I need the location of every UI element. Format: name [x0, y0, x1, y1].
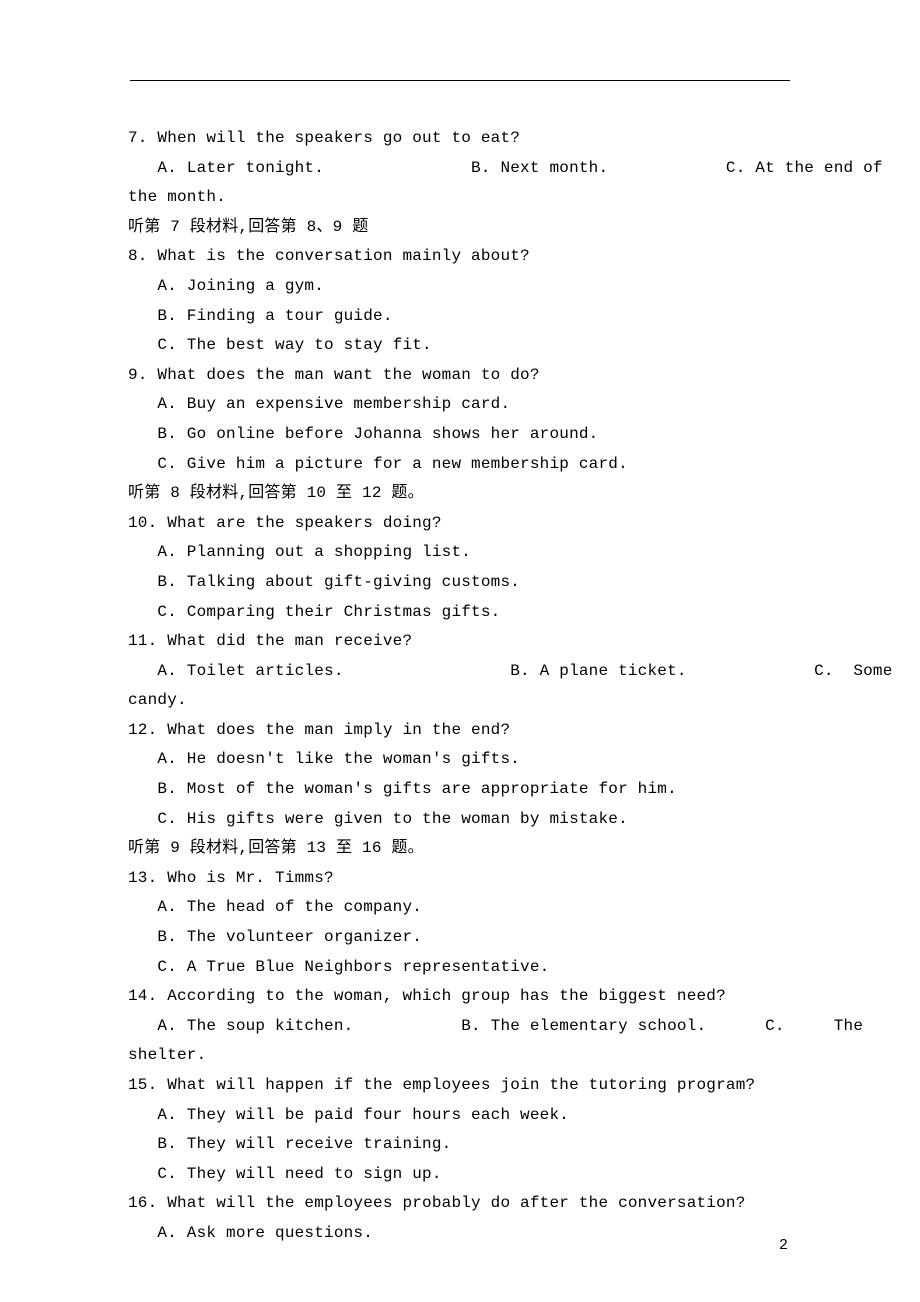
section-heading-8: 听第 8 段材料,回答第 10 至 12 题。: [128, 479, 792, 509]
document-body: 7. When will the speakers go out to eat?…: [128, 124, 792, 1249]
section-heading-7: 听第 7 段材料,回答第 8、9 题: [128, 213, 792, 243]
question-10-option-a: A. Planning out a shopping list.: [128, 538, 792, 568]
question-16: 16. What will the employees probably do …: [128, 1189, 792, 1219]
question-15-option-b: B. They will receive training.: [128, 1130, 792, 1160]
question-12: 12. What does the man imply in the end?: [128, 716, 792, 746]
question-16-option-a: A. Ask more questions.: [128, 1219, 792, 1249]
question-11-options: A. Toilet articles. B. A plane ticket. C…: [128, 657, 792, 687]
question-13: 13. Who is Mr. Timms?: [128, 864, 792, 894]
question-7-continuation: the month.: [128, 183, 792, 213]
question-14: 14. According to the woman, which group …: [128, 982, 792, 1012]
question-13-option-a: A. The head of the company.: [128, 893, 792, 923]
question-9-option-a: A. Buy an expensive membership card.: [128, 390, 792, 420]
question-12-option-a: A. He doesn't like the woman's gifts.: [128, 745, 792, 775]
question-10-option-c: C. Comparing their Christmas gifts.: [128, 598, 792, 628]
question-8-option-c: C. The best way to stay fit.: [128, 331, 792, 361]
question-14-continuation: shelter.: [128, 1041, 792, 1071]
question-9-option-b: B. Go online before Johanna shows her ar…: [128, 420, 792, 450]
question-7-options: A. Later tonight. B. Next month. C. At t…: [128, 154, 792, 184]
question-8-option-a: A. Joining a gym.: [128, 272, 792, 302]
horizontal-rule: [130, 80, 790, 81]
question-15: 15. What will happen if the employees jo…: [128, 1071, 792, 1101]
question-8: 8. What is the conversation mainly about…: [128, 242, 792, 272]
question-11-continuation: candy.: [128, 686, 792, 716]
question-12-option-c: C. His gifts were given to the woman by …: [128, 805, 792, 835]
question-10-option-b: B. Talking about gift-giving customs.: [128, 568, 792, 598]
question-8-option-b: B. Finding a tour guide.: [128, 302, 792, 332]
page-number: 2: [779, 1237, 788, 1254]
question-9-option-c: C. Give him a picture for a new membersh…: [128, 450, 792, 480]
question-7: 7. When will the speakers go out to eat?: [128, 124, 792, 154]
question-15-option-a: A. They will be paid four hours each wee…: [128, 1101, 792, 1131]
question-14-options: A. The soup kitchen. B. The elementary s…: [128, 1012, 792, 1042]
question-10: 10. What are the speakers doing?: [128, 509, 792, 539]
question-13-option-c: C. A True Blue Neighbors representative.: [128, 953, 792, 983]
question-12-option-b: B. Most of the woman's gifts are appropr…: [128, 775, 792, 805]
question-9: 9. What does the man want the woman to d…: [128, 361, 792, 391]
question-15-option-c: C. They will need to sign up.: [128, 1160, 792, 1190]
question-11: 11. What did the man receive?: [128, 627, 792, 657]
section-heading-9: 听第 9 段材料,回答第 13 至 16 题。: [128, 834, 792, 864]
question-13-option-b: B. The volunteer organizer.: [128, 923, 792, 953]
